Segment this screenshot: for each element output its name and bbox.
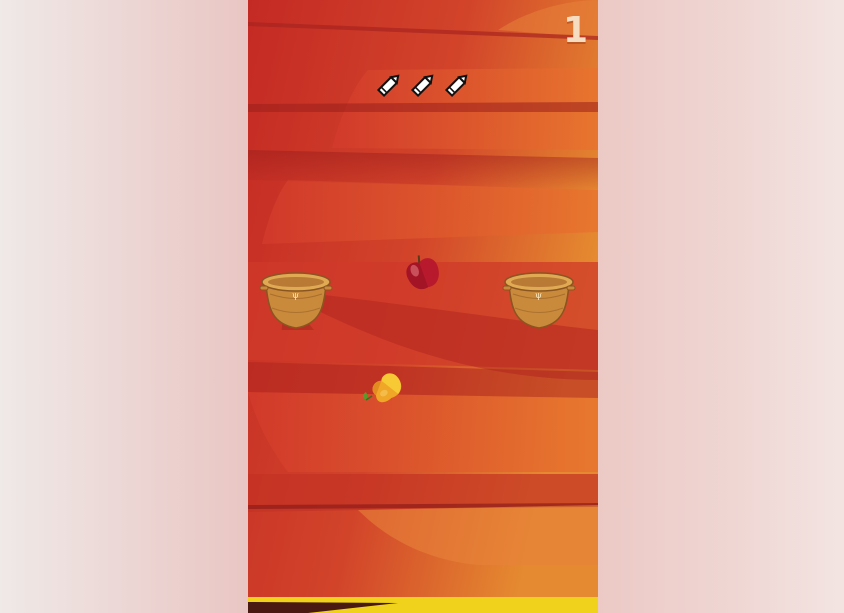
game-canvas[interactable]: 1 ψ ψ xyxy=(248,0,598,613)
pencil-icon xyxy=(410,74,434,98)
left-backdrop xyxy=(0,0,248,613)
svg-text:ψ: ψ xyxy=(535,291,542,301)
basket-icon[interactable]: ψ xyxy=(258,268,334,330)
pear-icon[interactable] xyxy=(360,370,410,408)
pencil-icon xyxy=(376,74,400,98)
pencil-icon xyxy=(444,74,468,98)
right-backdrop xyxy=(598,0,844,613)
apple-icon[interactable] xyxy=(402,252,444,294)
basket-icon[interactable]: ψ xyxy=(501,268,577,330)
score-counter: 1 xyxy=(562,10,588,51)
lives-indicator xyxy=(374,70,472,100)
svg-text:ψ: ψ xyxy=(292,291,299,301)
